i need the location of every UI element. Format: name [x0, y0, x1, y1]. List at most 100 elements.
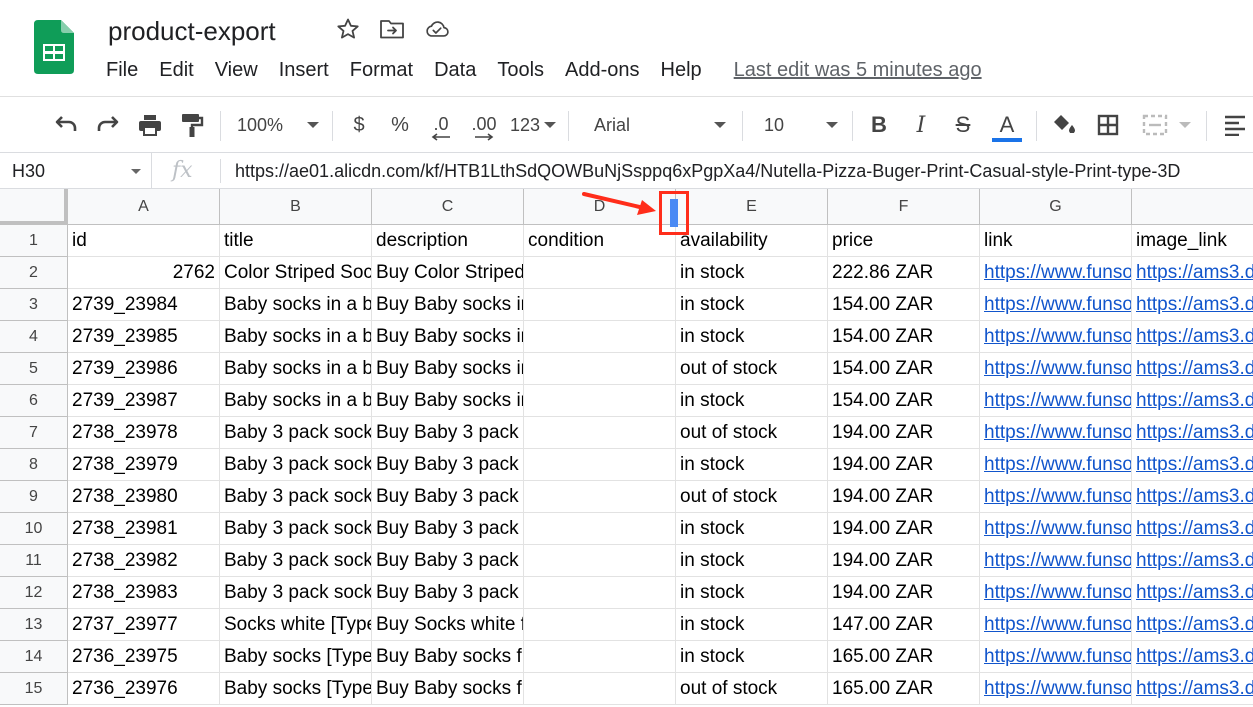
star-icon[interactable] [335, 16, 361, 42]
row-header[interactable]: 9 [0, 481, 68, 513]
table-cell[interactable]: 2736_23976 [68, 673, 220, 705]
table-cell[interactable]: Baby 3 pack socks [220, 577, 372, 609]
table-cell[interactable]: https://www.funsocks [980, 417, 1132, 449]
table-cell[interactable]: Baby 3 pack socks [220, 417, 372, 449]
table-cell[interactable]: https://www.funsocks [980, 545, 1132, 577]
table-cell[interactable]: in stock [676, 289, 828, 321]
table-cell[interactable]: Baby socks in a box [220, 353, 372, 385]
table-cell[interactable]: Baby socks in a box [220, 385, 372, 417]
table-cell[interactable] [524, 577, 676, 609]
table-cell[interactable]: 2736_23975 [68, 641, 220, 673]
table-cell[interactable]: 2739_23985 [68, 321, 220, 353]
column-header-g[interactable]: G [980, 189, 1132, 225]
table-cell[interactable]: in stock [676, 513, 828, 545]
menu-view[interactable]: View [215, 56, 258, 84]
row-header[interactable]: 7 [0, 417, 68, 449]
table-cell[interactable]: 194.00 ZAR [828, 577, 980, 609]
table-cell[interactable]: in stock [676, 385, 828, 417]
table-cell[interactable]: Buy Color Striped Socks Student Gift [372, 257, 524, 289]
menu-tools[interactable]: Tools [497, 56, 544, 84]
table-cell[interactable]: in stock [676, 545, 828, 577]
redo-icon[interactable] [92, 97, 124, 153]
borders-icon[interactable] [1092, 97, 1124, 153]
table-cell[interactable]: https://www.funsocks [980, 289, 1132, 321]
table-cell[interactable]: 147.00 ZAR [828, 609, 980, 641]
table-cell[interactable] [524, 673, 676, 705]
table-cell[interactable]: out of stock [676, 481, 828, 513]
more-formats-button[interactable]: 123 [508, 97, 558, 153]
table-cell[interactable]: Baby 3 pack socks [220, 481, 372, 513]
table-cell[interactable]: 194.00 ZAR [828, 481, 980, 513]
table-cell[interactable]: in stock [676, 257, 828, 289]
table-cell[interactable]: https://ams3.digital [1132, 385, 1253, 417]
row-header[interactable]: 1 [0, 225, 68, 257]
last-edit-link[interactable]: Last edit was 5 minutes ago [734, 59, 982, 82]
column-header-f[interactable]: F [828, 189, 980, 225]
table-cell[interactable]: 2739_23984 [68, 289, 220, 321]
table-cell[interactable]: https://www.funsocks [980, 257, 1132, 289]
font-select[interactable]: Arial [582, 97, 730, 153]
table-cell[interactable]: in stock [676, 321, 828, 353]
table-cell[interactable]: https://www.funsocks [980, 449, 1132, 481]
column-header-c[interactable]: C [372, 189, 524, 225]
table-cell[interactable]: Buy Baby 3 pack socks from FunSock [372, 513, 524, 545]
table-cell[interactable]: https://www.funsocks [980, 673, 1132, 705]
table-cell[interactable]: Baby socks [Type] [220, 641, 372, 673]
table-cell[interactable]: https://ams3.digital [1132, 417, 1253, 449]
table-cell[interactable]: Baby 3 pack socks [220, 513, 372, 545]
column-header-a[interactable]: A [68, 189, 220, 225]
table-cell[interactable] [524, 609, 676, 641]
column-header-b[interactable]: B [220, 189, 372, 225]
menu-file[interactable]: File [106, 56, 138, 84]
table-cell[interactable]: 2738_23981 [68, 513, 220, 545]
menu-format[interactable]: Format [350, 56, 413, 84]
table-cell[interactable]: https://www.funsocks [980, 321, 1132, 353]
decrease-decimal-button[interactable]: .0 [425, 97, 457, 153]
table-cell[interactable]: out of stock [676, 673, 828, 705]
row-header[interactable]: 4 [0, 321, 68, 353]
table-cell[interactable]: Buy Baby 3 pack socks from FunSock [372, 417, 524, 449]
row-header[interactable]: 11 [0, 545, 68, 577]
undo-icon[interactable] [50, 97, 82, 153]
table-cell[interactable]: Buy Baby socks in a box from FunSock [372, 353, 524, 385]
table-cell[interactable]: 194.00 ZAR [828, 449, 980, 481]
cloud-saved-icon[interactable] [424, 16, 450, 42]
table-cell[interactable]: Baby 3 pack socks [220, 449, 372, 481]
table-cell[interactable]: in stock [676, 641, 828, 673]
table-cell[interactable]: Color Striped Socks [220, 257, 372, 289]
formula-input[interactable]: https://ae01.alicdn.com/kf/HTB1LthSdQOWB… [235, 153, 1180, 189]
column-header-e[interactable]: E [676, 189, 828, 225]
move-folder-icon[interactable] [379, 16, 405, 42]
row-header[interactable]: 5 [0, 353, 68, 385]
table-cell[interactable]: in stock [676, 577, 828, 609]
table-cell[interactable]: 154.00 ZAR [828, 321, 980, 353]
table-cell[interactable]: 194.00 ZAR [828, 417, 980, 449]
table-cell[interactable]: Baby socks in a box [220, 321, 372, 353]
table-cell[interactable]: 2739_23986 [68, 353, 220, 385]
table-cell[interactable]: Buy Baby socks in a box from FunSock [372, 385, 524, 417]
zoom-select[interactable]: 100% [232, 97, 324, 153]
hidden-column-marker[interactable] [670, 199, 678, 227]
table-cell[interactable]: 194.00 ZAR [828, 513, 980, 545]
header-cell[interactable]: title [220, 225, 372, 257]
paint-format-icon[interactable] [176, 97, 208, 153]
table-cell[interactable] [524, 385, 676, 417]
table-cell[interactable]: 2738_23979 [68, 449, 220, 481]
table-cell[interactable]: https://www.funsocks [980, 641, 1132, 673]
table-cell[interactable]: https://ams3.digital [1132, 449, 1253, 481]
text-color-button[interactable]: A [990, 97, 1024, 153]
table-cell[interactable] [524, 513, 676, 545]
percent-format-button[interactable]: % [387, 97, 413, 153]
bold-button[interactable]: B [864, 97, 894, 153]
table-cell[interactable]: https://ams3.digital [1132, 353, 1253, 385]
table-cell[interactable]: 2738_23980 [68, 481, 220, 513]
table-cell[interactable]: Baby socks [Type] [220, 673, 372, 705]
table-cell[interactable]: https://ams3.digital [1132, 577, 1253, 609]
table-cell[interactable]: https://ams3.digital [1132, 321, 1253, 353]
header-cell[interactable]: condition [524, 225, 676, 257]
table-cell[interactable]: in stock [676, 609, 828, 641]
table-cell[interactable]: https://ams3.digital [1132, 289, 1253, 321]
row-header[interactable]: 6 [0, 385, 68, 417]
table-cell[interactable]: https://www.funsocks [980, 513, 1132, 545]
increase-decimal-button[interactable]: .00 [467, 97, 501, 153]
